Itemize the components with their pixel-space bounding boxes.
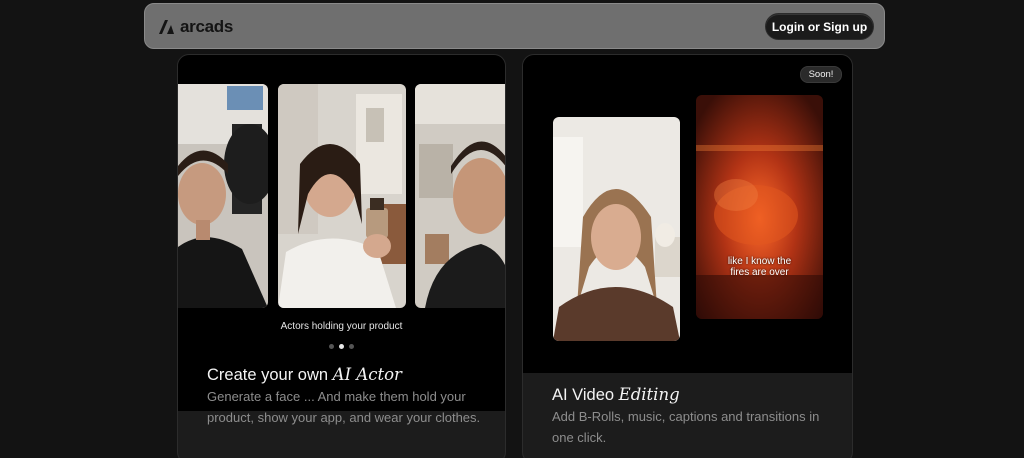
title-italic: Editing: [618, 385, 680, 404]
actor-video-3[interactable]: [415, 84, 505, 308]
login-signup-button[interactable]: Login or Sign up: [765, 13, 874, 40]
b-roll-fire-video[interactable]: like I know the fires are over: [696, 95, 823, 319]
subtitle-line-2: fires are over: [730, 267, 789, 278]
ai-actor-card: Actors holding your product Create your …: [177, 54, 506, 458]
top-navbar: arcads Login or Sign up: [144, 3, 885, 49]
carousel-dot-3[interactable]: [349, 344, 354, 349]
title-text: AI Video: [552, 386, 619, 404]
ai-actor-description: Generate a face ... And make them hold y…: [207, 389, 481, 425]
ai-video-editing-title: AI Video Editing: [552, 385, 680, 405]
video-subtitle: like I know the fires are over: [696, 256, 823, 278]
ai-video-editing-card: Soon! like I know the fires are over AI …: [522, 54, 853, 458]
arcads-logo[interactable]: arcads: [158, 17, 233, 37]
carousel-dots: [329, 344, 354, 349]
actor-video-2[interactable]: [278, 84, 406, 308]
logo-text: arcads: [180, 17, 234, 36]
carousel-dot-2[interactable]: [339, 344, 344, 349]
ai-video-editing-description: Add B-Rolls, music, captions and transit…: [552, 409, 820, 445]
ai-actor-title: Create your own AI Actor: [207, 365, 402, 385]
actor-video-1[interactable]: [178, 84, 268, 308]
carousel-caption: Actors holding your product: [280, 321, 403, 332]
subtitle-line-1: like I know the: [727, 256, 792, 267]
arcads-logo-icon: [159, 20, 174, 34]
title-text: Create your own: [207, 366, 333, 384]
talking-head-video[interactable]: [553, 117, 680, 341]
page: arcads Login or Sign up Actors holding y…: [0, 0, 1024, 458]
carousel-dot-1[interactable]: [329, 344, 334, 349]
title-italic: AI Actor: [332, 365, 402, 384]
soon-badge: Soon!: [800, 66, 842, 83]
